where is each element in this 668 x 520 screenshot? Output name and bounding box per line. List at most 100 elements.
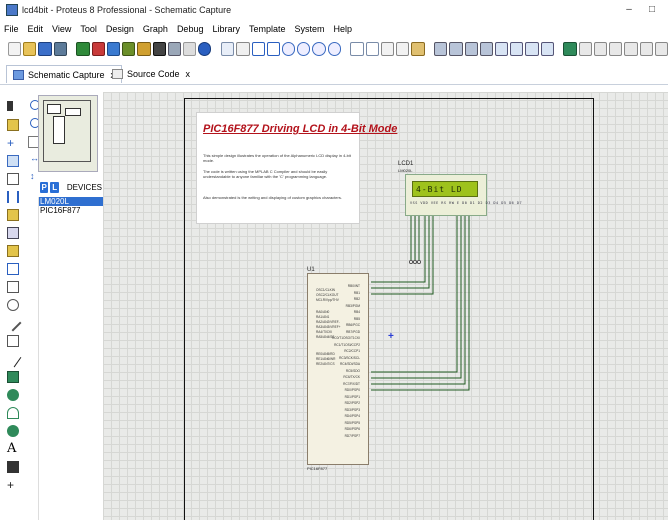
save-icon[interactable] xyxy=(38,42,52,56)
refresh-icon[interactable] xyxy=(221,42,235,56)
tab-label: Source Code xyxy=(127,69,180,79)
menu-file[interactable]: File xyxy=(4,24,19,34)
cut-icon[interactable] xyxy=(380,42,395,56)
menu-debug[interactable]: Debug xyxy=(177,24,204,34)
design-explorer-icon[interactable] xyxy=(152,42,166,56)
close-tab-button[interactable]: x xyxy=(186,69,191,79)
text-icon[interactable]: A xyxy=(7,442,19,455)
voltage-probe-icon[interactable] xyxy=(4,314,22,332)
packaging-tool-icon[interactable] xyxy=(525,42,539,56)
mirror-horizontal-icon[interactable]: ↔ xyxy=(30,154,39,163)
3d-viewer-icon[interactable] xyxy=(122,42,136,56)
text-script-icon[interactable] xyxy=(7,173,19,185)
exit-to-parent-icon[interactable] xyxy=(639,42,653,56)
devices-header: P L DEVICES xyxy=(26,178,102,196)
menu-edit[interactable]: Edit xyxy=(28,24,44,34)
source-code-icon[interactable] xyxy=(183,42,197,56)
tab-schematic-capture[interactable]: Schematic Capture x xyxy=(6,65,123,83)
property-assignment-icon[interactable] xyxy=(593,42,608,56)
graph-icon[interactable] xyxy=(7,263,19,275)
marker-icon[interactable]: + xyxy=(7,479,19,491)
pick-devices-button[interactable]: P xyxy=(40,181,49,193)
device-item[interactable]: LM020L xyxy=(39,197,103,206)
path-icon[interactable] xyxy=(7,425,19,437)
grid-icon[interactable] xyxy=(236,42,250,56)
buses-icon[interactable] xyxy=(7,191,19,203)
pick-parts-icon[interactable] xyxy=(495,42,509,56)
devices-header-label: DEVICES xyxy=(66,182,102,192)
overview-lcd-shape xyxy=(65,108,81,116)
decompose-icon[interactable] xyxy=(540,42,554,56)
home-icon[interactable] xyxy=(76,42,90,56)
menu-help[interactable]: Help xyxy=(334,24,353,34)
devices-list: LM020L PIC16F877 xyxy=(38,197,103,520)
library-manager-button[interactable]: L xyxy=(50,181,59,193)
block-delete-icon[interactable] xyxy=(479,42,493,56)
junction-dot-icon[interactable]: + xyxy=(7,137,19,149)
origin-icon[interactable] xyxy=(251,42,265,56)
new-file-icon[interactable] xyxy=(8,42,22,56)
block-move-icon[interactable] xyxy=(449,42,463,56)
document-tab-bar: Schematic Capture x Source Code x xyxy=(0,62,668,85)
open-folder-icon[interactable] xyxy=(23,42,37,56)
terminals-icon[interactable] xyxy=(7,227,19,239)
menu-library[interactable]: Library xyxy=(212,24,240,34)
schematic-icon xyxy=(13,69,24,80)
menu-design[interactable]: Design xyxy=(106,24,134,34)
zoom-area-icon[interactable] xyxy=(327,42,341,56)
gerber-icon[interactable] xyxy=(137,42,151,56)
schematic-icon[interactable] xyxy=(91,42,105,56)
menu-graph[interactable]: Graph xyxy=(143,24,168,34)
menu-bar: File Edit View Tool Design Graph Debug L… xyxy=(0,20,668,38)
generator-icon[interactable] xyxy=(7,299,19,311)
overview-mcu-shape xyxy=(53,116,65,144)
menu-tool[interactable]: Tool xyxy=(80,24,97,34)
title-bar: lcd4bit - Proteus 8 Professional - Schem… xyxy=(0,0,668,20)
redo-icon[interactable] xyxy=(365,42,379,56)
copy-icon[interactable] xyxy=(396,42,410,56)
bom-icon[interactable] xyxy=(167,42,182,56)
zoom-all-icon[interactable] xyxy=(312,42,326,56)
save-all-icon[interactable] xyxy=(53,42,67,56)
selection-mode-icon[interactable] xyxy=(7,101,15,111)
paste-icon[interactable] xyxy=(411,42,425,56)
wire-label-icon[interactable] xyxy=(7,155,19,167)
pcb-layout-icon[interactable] xyxy=(106,42,121,56)
circle-icon[interactable] xyxy=(7,389,19,401)
line-icon[interactable] xyxy=(4,350,22,368)
symbol-icon[interactable] xyxy=(7,461,19,473)
block-rotate-icon[interactable] xyxy=(464,42,478,56)
device-item[interactable]: PIC16F877 xyxy=(39,206,103,215)
minimize-button[interactable]: – xyxy=(622,4,636,16)
virtual-instruments-icon[interactable] xyxy=(7,335,19,347)
menu-template[interactable]: Template xyxy=(249,24,286,34)
menu-view[interactable]: View xyxy=(52,24,71,34)
tab-source-code[interactable]: Source Code x xyxy=(106,65,196,83)
new-sheet-icon[interactable] xyxy=(609,42,623,56)
undo-icon[interactable] xyxy=(350,42,364,56)
source-code-icon xyxy=(112,69,123,79)
pan-icon[interactable] xyxy=(266,42,280,56)
electrical-rule-check-icon[interactable] xyxy=(654,42,668,56)
subcircuit-icon[interactable] xyxy=(7,209,19,221)
box-icon[interactable] xyxy=(7,371,19,383)
overview-window[interactable] xyxy=(38,95,98,172)
arc-icon[interactable] xyxy=(7,407,19,419)
component-mode-icon[interactable] xyxy=(7,119,19,131)
mode-toolbar: + A + xyxy=(0,93,26,520)
remove-sheet-icon[interactable] xyxy=(624,42,638,56)
help-icon[interactable] xyxy=(198,42,212,56)
zoom-out-icon[interactable] xyxy=(297,42,311,56)
make-device-icon[interactable] xyxy=(510,42,524,56)
maximize-button[interactable]: □ xyxy=(645,4,659,16)
zoom-in-icon[interactable] xyxy=(281,42,296,56)
tape-recorder-icon[interactable] xyxy=(7,281,19,293)
overview-text-shape xyxy=(47,104,61,114)
canvas-cursor-icon: + xyxy=(388,331,394,342)
search-tag-icon[interactable] xyxy=(578,42,592,56)
wire-autorouter-icon[interactable] xyxy=(563,42,577,56)
device-pins-icon[interactable] xyxy=(7,245,19,257)
block-copy-icon[interactable] xyxy=(434,42,448,56)
menu-system[interactable]: System xyxy=(295,24,325,34)
schematic-canvas[interactable]: PIC16F877 Driving LCD in 4-Bit Mode This… xyxy=(103,92,668,520)
